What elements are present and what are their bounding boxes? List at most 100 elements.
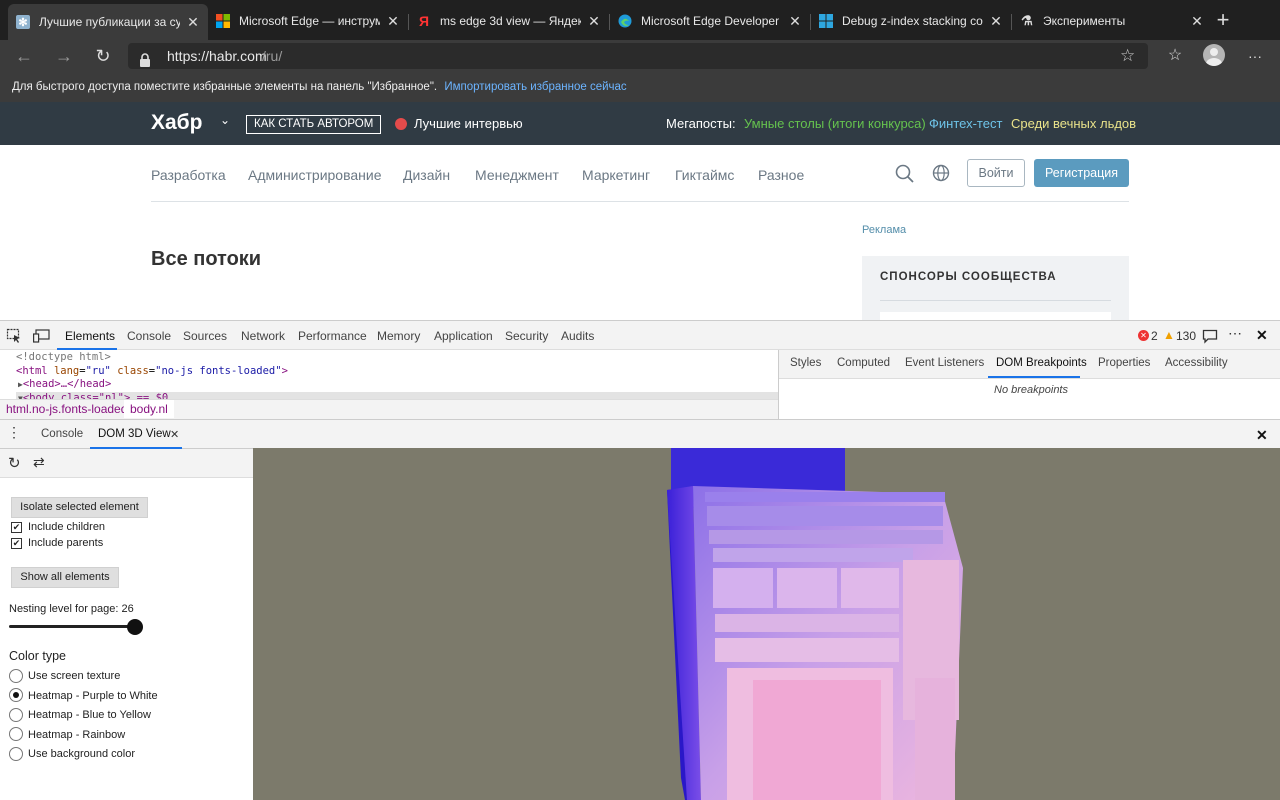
habr-header: Хабр ⌄ КАК СТАТЬ АВТОРОМ Лучшие интервью…: [0, 102, 1280, 145]
show-all-elements-button[interactable]: Show all elements: [11, 567, 119, 588]
dom-head-node[interactable]: ▶<head>…</head>: [16, 378, 778, 392]
error-icon[interactable]: ✕: [1138, 330, 1149, 341]
close-icon[interactable]: ✕: [989, 13, 1003, 30]
radio-heatmap-purple-white[interactable]: [9, 688, 23, 702]
more-icon[interactable]: ···: [1243, 44, 1267, 68]
drawer-tab-dom-3d-view[interactable]: DOM 3D View: [98, 428, 171, 440]
best-interview-link[interactable]: Лучшие интервью: [414, 116, 523, 131]
include-children-checkbox[interactable]: ✔: [11, 522, 22, 533]
forward-arrow-icon[interactable]: →: [52, 44, 76, 68]
tab-network[interactable]: Network: [241, 329, 285, 343]
browser-tab-strip: ✻ Лучшие публикации за сутки ✕ Microsoft…: [0, 0, 1280, 40]
register-button[interactable]: Регистрация: [1034, 159, 1129, 187]
close-icon[interactable]: ✕: [788, 13, 802, 30]
star-icon[interactable]: ☆: [1120, 43, 1135, 69]
import-favorites-link[interactable]: Импортировать избранное сейчас: [444, 81, 626, 93]
refresh-icon[interactable]: ↻: [8, 454, 21, 472]
tab-computed[interactable]: Computed: [837, 357, 890, 369]
megapost-link[interactable]: Умные столы (итоги конкурса): [744, 116, 926, 131]
radio-screen-texture[interactable]: [9, 669, 23, 683]
tab-accessibility[interactable]: Accessibility: [1165, 357, 1228, 369]
address-bar[interactable]: https://habr.com /ru/ ☆: [128, 43, 1148, 69]
tab-audits[interactable]: Audits: [561, 329, 594, 343]
tab-properties[interactable]: Properties: [1098, 357, 1150, 369]
login-button[interactable]: Войти: [967, 159, 1025, 187]
radio-heatmap-rainbow[interactable]: [9, 727, 23, 741]
close-icon[interactable]: ✕: [386, 13, 400, 30]
radio-label: Heatmap - Rainbow: [28, 729, 126, 741]
nesting-slider-track[interactable]: [9, 625, 135, 628]
include-children-label: Include children: [28, 521, 106, 533]
ad-label[interactable]: Реклама: [862, 224, 906, 236]
nav-item[interactable]: Разработка: [151, 167, 226, 183]
nav-item[interactable]: Дизайн: [403, 167, 450, 183]
chevron-down-icon[interactable]: ⌄: [220, 113, 230, 127]
favorites-icon[interactable]: ☆: [1163, 44, 1187, 68]
nav-item[interactable]: Менеджмент: [475, 167, 559, 183]
avatar[interactable]: [1203, 44, 1225, 66]
nav-item[interactable]: Гиктаймс: [675, 167, 734, 183]
tab-styles[interactable]: Styles: [790, 357, 821, 369]
nav-item[interactable]: Разное: [758, 167, 804, 183]
dom-html-node[interactable]: <html lang="ru" class="no-js fonts-loade…: [16, 365, 778, 379]
warning-count[interactable]: 130: [1176, 329, 1196, 343]
close-icon[interactable]: ✕: [170, 428, 179, 441]
devtools: Elements Console Sources Network Perform…: [0, 320, 1280, 800]
tab-memory[interactable]: Memory: [377, 329, 420, 343]
tab-dom-breakpoints[interactable]: DOM Breakpoints: [996, 357, 1087, 369]
inspect-element-icon[interactable]: [6, 328, 22, 349]
tab-edge-developer[interactable]: Microsoft Edge Developer web ✕: [610, 6, 810, 36]
tab-sources[interactable]: Sources: [183, 329, 227, 343]
close-icon[interactable]: ✕: [1190, 13, 1204, 30]
tab-habr[interactable]: ✻ Лучшие публикации за сутки ✕: [8, 4, 208, 40]
nav-item[interactable]: Маркетинг: [582, 167, 650, 183]
close-icon[interactable]: ✕: [186, 14, 200, 31]
megapost-link[interactable]: Финтех-тест: [929, 116, 1002, 131]
tab-performance[interactable]: Performance: [298, 329, 367, 343]
become-author-button[interactable]: КАК СТАТЬ АВТОРОМ: [246, 115, 382, 134]
lock-icon: [138, 49, 152, 67]
url-host: https://habr.com: [167, 48, 267, 64]
tab-microsoft-edge-tools[interactable]: Microsoft Edge — инструменты ✕: [208, 6, 408, 36]
breadcrumb-item[interactable]: html.no-js.fonts-loaded: [6, 400, 127, 418]
device-emulation-icon[interactable]: [33, 328, 51, 349]
tab-console[interactable]: Console: [127, 329, 171, 343]
close-icon[interactable]: ✕: [1256, 327, 1268, 344]
sidebar-tab-bar: Styles Computed Event Listeners DOM Brea…: [779, 350, 1280, 379]
breadcrumb-item[interactable]: body.nl: [124, 400, 174, 418]
error-count[interactable]: 2: [1151, 329, 1158, 343]
globe-icon[interactable]: [932, 164, 950, 187]
warning-icon[interactable]: ▲: [1163, 328, 1175, 342]
live-dot-icon: [395, 118, 407, 130]
feedback-icon[interactable]: [1202, 328, 1218, 349]
isolate-selected-button[interactable]: Isolate selected element: [11, 497, 148, 518]
tab-security[interactable]: Security: [505, 329, 548, 343]
more-icon[interactable]: ⋯: [1228, 325, 1242, 342]
tab-experiments[interactable]: ⚗ Эксперименты ✕: [1012, 6, 1212, 36]
tab-elements[interactable]: Elements: [65, 329, 115, 343]
new-tab-button[interactable]: +: [1212, 8, 1234, 32]
back-arrow-icon[interactable]: ←: [12, 44, 36, 68]
tab-event-listeners[interactable]: Event Listeners: [905, 357, 984, 369]
reset-view-icon[interactable]: ⇄: [33, 454, 45, 471]
search-icon[interactable]: [895, 164, 915, 189]
radio-heatmap-blue-yellow[interactable]: [9, 708, 23, 722]
close-icon[interactable]: ✕: [1256, 427, 1268, 444]
tab-yandex-search[interactable]: Я ms edge 3d view — Яндекс: н ✕: [409, 6, 609, 36]
refresh-icon[interactable]: ↻: [91, 44, 115, 68]
include-parents-checkbox[interactable]: ✔: [11, 538, 22, 549]
dom-3d-viewport[interactable]: [253, 448, 1280, 800]
habr-logo[interactable]: Хабр: [151, 111, 203, 135]
drawer-menu-icon[interactable]: ⋮: [7, 424, 21, 441]
drawer-tab-console[interactable]: Console: [41, 428, 83, 440]
nesting-slider-thumb[interactable]: [127, 619, 143, 635]
tab-debug-z-index[interactable]: Debug z-index stacking context ✕: [811, 6, 1011, 36]
nav-item[interactable]: Администрирование: [248, 167, 382, 183]
tab-title: Эксперименты: [1043, 14, 1126, 28]
radio-background-color[interactable]: [9, 747, 23, 761]
close-icon[interactable]: ✕: [587, 13, 601, 30]
megapost-link[interactable]: Среди вечных льдов: [1011, 116, 1136, 131]
dom-3d-render[interactable]: [253, 448, 1280, 800]
edge-logo-icon: [618, 14, 632, 28]
tab-application[interactable]: Application: [434, 329, 493, 343]
